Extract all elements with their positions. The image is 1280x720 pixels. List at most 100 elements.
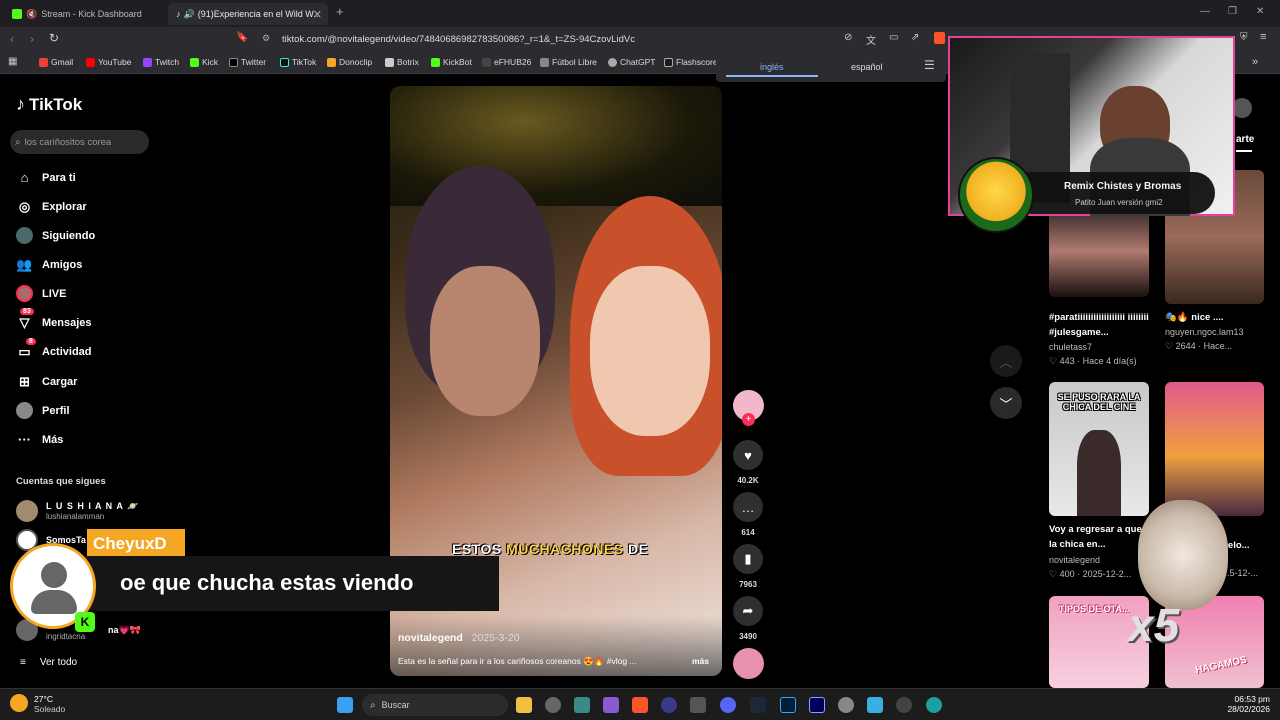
vpn-icon[interactable]: ⛨ xyxy=(1240,32,1248,43)
related-header-underline xyxy=(1236,150,1252,152)
translate-to-tab[interactable]: español xyxy=(851,62,883,72)
tab-kick-dashboard[interactable]: 🔇 Stream - Kick Dashboard xyxy=(4,3,164,25)
file-explorer-icon[interactable] xyxy=(516,697,532,713)
app-icon[interactable] xyxy=(603,697,619,713)
nav-live[interactable]: LIVE xyxy=(16,285,66,302)
video-author[interactable]: novitalegend xyxy=(398,632,463,644)
taskbar-search[interactable]: ⌕ Buscar xyxy=(362,694,508,716)
bookmark-flashscore[interactable]: Flashscore xyxy=(664,57,718,67)
bookmark-futbol-libre[interactable]: Fútbol Libre xyxy=(540,57,597,67)
related-title[interactable]: 🎭🔥 nice .... xyxy=(1165,310,1264,325)
follow-plus-icon[interactable]: + xyxy=(742,413,755,426)
mute-icon: 🔇 xyxy=(26,8,38,19)
avatar xyxy=(16,500,38,522)
new-tab-button[interactable]: + xyxy=(336,4,344,19)
close-tab-icon[interactable]: ✕ xyxy=(313,8,322,21)
close-window-button[interactable]: ✕ xyxy=(1256,6,1264,17)
reader-icon[interactable]: ⊘ xyxy=(844,32,852,43)
bookmark-kickbot[interactable]: KickBot xyxy=(431,57,472,67)
cat-sticker: x5 xyxy=(1100,500,1230,670)
obs-icon[interactable] xyxy=(545,697,561,713)
like-button[interactable]: ♥ xyxy=(733,440,763,470)
related-author[interactable]: nguyen.ngoc.lam13 xyxy=(1165,327,1244,337)
more-bookmarks-icon[interactable]: » xyxy=(1252,56,1258,68)
bookmark-donoclip[interactable]: Donoclip xyxy=(327,57,372,67)
see-all-link[interactable]: ≡ Ver todo xyxy=(20,657,77,668)
related-thumbnail[interactable]: SE PUSO RARA LA CHICA DEL CINE xyxy=(1049,382,1149,516)
forward-icon[interactable]: › xyxy=(30,32,34,46)
bookmark-chatgpt[interactable]: ChatGPT xyxy=(608,57,655,67)
menu-icon[interactable]: ≡ xyxy=(1260,31,1266,43)
next-video-button[interactable]: ﹀ xyxy=(990,387,1022,419)
bookmark-label: ChatGPT xyxy=(620,57,656,67)
translate-icon[interactable]: 文 xyxy=(866,32,876,47)
photoshop-icon[interactable] xyxy=(780,697,796,713)
bookmark-efhub26[interactable]: eFHUB26 xyxy=(482,57,531,67)
bookmark-twitter[interactable]: Twitter xyxy=(229,57,266,67)
media-player-icon[interactable] xyxy=(896,697,912,713)
weather-temp: 27°C xyxy=(34,694,53,704)
translate-from-tab[interactable]: inglés xyxy=(760,62,784,72)
author-avatar[interactable]: + xyxy=(733,390,764,426)
reload-icon[interactable]: ↻ xyxy=(49,31,59,45)
translate-menu-icon[interactable]: ☰ xyxy=(924,58,935,72)
start-button[interactable] xyxy=(337,697,353,713)
music-disc-icon[interactable] xyxy=(733,648,764,679)
apps-icon[interactable]: ▦ xyxy=(8,56,17,67)
previous-video-button[interactable]: ︿ xyxy=(990,345,1022,377)
nav-amigos[interactable]: 👥 Amigos xyxy=(16,256,82,273)
notepad-icon[interactable] xyxy=(867,697,883,713)
nav-mas[interactable]: ··· Más xyxy=(16,431,63,448)
cast-icon[interactable]: ▭ xyxy=(889,32,898,43)
related-author[interactable]: chuletass7 xyxy=(1049,342,1092,352)
related-thumbnail[interactable] xyxy=(1165,382,1264,516)
app-icon[interactable] xyxy=(661,697,677,713)
site-info-icon[interactable]: ⚙ xyxy=(262,33,270,44)
bookmark-tiktok[interactable]: TikTok xyxy=(280,57,316,67)
bookmark-twitch[interactable]: Twitch xyxy=(143,57,179,67)
share-button[interactable]: ➦ xyxy=(733,596,763,626)
taskbar-clock[interactable]: 06:53 pm 28/02/2026 xyxy=(1224,694,1270,714)
steam-icon[interactable] xyxy=(750,697,766,713)
bookmark-gmail[interactable]: Gmail xyxy=(39,57,73,67)
nav-label: Actividad xyxy=(42,345,92,358)
share-icon[interactable]: ⇗ xyxy=(911,32,919,43)
app-icon[interactable] xyxy=(574,697,590,713)
live-icon xyxy=(16,285,33,302)
edge-icon[interactable] xyxy=(926,697,942,713)
nav-cargar[interactable]: ⊞ Cargar xyxy=(16,373,77,390)
brave-shield-icon[interactable] xyxy=(934,32,945,44)
comment-button[interactable]: … xyxy=(733,492,763,522)
related-title[interactable]: #paratiiiiiiiiiiiiiiiiii iiiiiiii #jules… xyxy=(1049,310,1149,340)
bookmark-botrix[interactable]: Botrix xyxy=(385,57,419,67)
tiktok-logo[interactable]: ♪ TikTok xyxy=(16,94,82,115)
minimize-button[interactable]: — xyxy=(1200,6,1210,17)
discord-icon[interactable] xyxy=(720,697,736,713)
save-button[interactable]: ▮ xyxy=(733,544,763,574)
bookmark-icon[interactable]: 🔖 xyxy=(236,32,248,43)
chat-username-box: CheyuxD xyxy=(87,529,185,559)
following-account[interactable]: L U S H I A N A 🪐 lushianalamman xyxy=(16,500,139,522)
nav-actividad[interactable]: ▭ 8 Actividad xyxy=(16,338,92,360)
tiktok-icon xyxy=(280,57,289,67)
nav-explorar[interactable]: ◎ Explorar xyxy=(16,198,87,215)
nav-perfil[interactable]: Perfil xyxy=(16,402,70,419)
more-button[interactable]: más xyxy=(692,656,709,666)
search-input[interactable]: ⌕ los cariñositos corea xyxy=(10,130,149,154)
nav-siguiendo[interactable]: Siguiendo xyxy=(16,227,95,244)
user-avatar[interactable] xyxy=(1232,98,1252,118)
settings-icon[interactable] xyxy=(838,697,854,713)
related-author[interactable]: novitalegend xyxy=(1049,555,1100,565)
premiere-icon[interactable] xyxy=(809,697,825,713)
back-icon[interactable]: ‹ xyxy=(10,32,14,46)
bookmark-kick[interactable]: Kick xyxy=(190,57,218,67)
maximize-button[interactable]: ❐ xyxy=(1228,6,1237,17)
related-thumbnail[interactable] xyxy=(1049,205,1149,297)
weather-widget[interactable]: 27°C Soleado xyxy=(10,694,65,714)
nav-para-ti[interactable]: ⌂ Para ti xyxy=(16,169,76,186)
tab-tiktok-video[interactable]: ♪ 🔊 (91)Experiencia en el Wild W... ✕ xyxy=(168,3,328,25)
brave-icon[interactable] xyxy=(632,697,648,713)
app-icon[interactable] xyxy=(690,697,706,713)
nav-mensajes[interactable]: ▽ 83 Mensajes xyxy=(16,308,92,331)
bookmark-youtube[interactable]: YouTube xyxy=(86,57,131,67)
